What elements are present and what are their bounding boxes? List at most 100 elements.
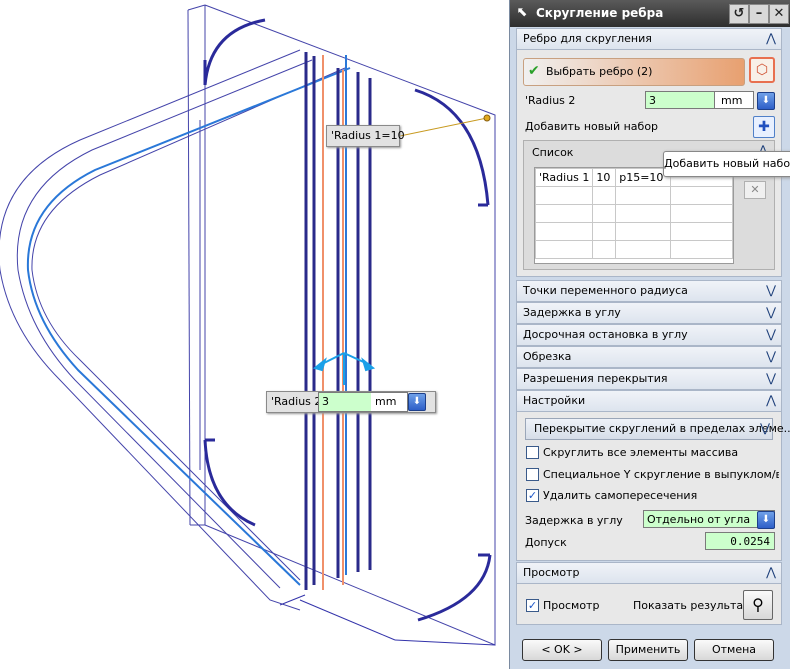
list-cell [615, 222, 671, 241]
preview-checkbox-label: Просмотр [543, 599, 600, 612]
list-cell [592, 186, 617, 205]
remove-self-intersections-checkbox[interactable]: ✓ [526, 489, 539, 502]
section-edge-header[interactable]: Ребро для скругления ⋀ [516, 28, 782, 50]
blend-all-checkbox[interactable] [526, 446, 539, 459]
select-edge-row[interactable]: ✔ Выбрать ребро (2) [523, 58, 745, 86]
ok-button[interactable]: < OK > [522, 639, 602, 661]
radius2-dropdown-icon[interactable]: ⬇ [757, 92, 775, 110]
list-cell [535, 186, 594, 205]
list-cell [592, 204, 617, 223]
radius2-onscreen-unit: mm [375, 395, 397, 408]
list-cell [535, 222, 594, 241]
reset-icon[interactable]: ↺ [729, 4, 749, 24]
tolerance-value: 0.0254 [730, 535, 770, 548]
list-row[interactable] [535, 186, 733, 205]
section-settings-body: Перекрытие скруглений в пределах элеме..… [516, 412, 790, 561]
special-y-label: Специальное Y скругление в выпуклом/вогн… [543, 468, 779, 481]
radius2-unit-text: mm [721, 94, 743, 107]
section-preview-label: Просмотр [523, 566, 580, 579]
list-cell [615, 240, 671, 259]
list-cell [535, 240, 594, 259]
show-result-magnifier-icon[interactable]: ⚲ [743, 590, 773, 620]
minimize-icon[interactable]: – [749, 4, 769, 24]
add-new-set-icon[interactable]: ✚ [753, 116, 775, 138]
chevron-down-icon[interactable]: ⋁ [763, 282, 779, 298]
list-cell [669, 204, 733, 223]
section-preview-header[interactable]: Просмотр ⋀ [516, 562, 782, 584]
chevron-down-icon[interactable]: ⋁ [763, 348, 779, 364]
tolerance-label: Допуск [525, 536, 567, 549]
section-corner-stop[interactable]: Досрочная остановка в углу ⋁ [516, 324, 782, 346]
add-new-set-tooltip: Добавить новый набор [663, 151, 790, 177]
section-overflow[interactable]: Разрешения перекрытия ⋁ [516, 368, 782, 390]
section-var-radius-label: Точки переменного радиуса [523, 284, 688, 297]
list-row[interactable] [535, 204, 733, 223]
radius2-onscreen-label: 'Radius 2 [271, 395, 322, 408]
blend-overlap-select[interactable]: Перекрытие скруглений в пределах элеме..… [525, 418, 790, 440]
section-var-radius[interactable]: Точки переменного радиуса ⋁ [516, 280, 782, 302]
list-row[interactable] [535, 240, 733, 259]
close-icon[interactable]: ✕ [769, 4, 789, 24]
corner-setback-select[interactable]: Отдельно от угла [643, 510, 775, 528]
list-cell [615, 186, 671, 205]
select-edge-cube-icon[interactable]: ⬡ [749, 57, 775, 83]
blend-all-label: Скруглить все элементы массива [543, 446, 739, 459]
check-icon: ✔ [528, 63, 540, 79]
blend-overlap-select-value: Перекрытие скруглений в пределах элеме..… [534, 422, 790, 435]
tolerance-field[interactable]: 0.0254 [705, 532, 775, 550]
section-corner-setback[interactable]: Задержка в углу ⋁ [516, 302, 782, 324]
radius2-value-field[interactable]: 3 [645, 91, 715, 109]
list-cell [592, 222, 617, 241]
section-trim[interactable]: Обрезка ⋁ [516, 346, 782, 368]
chevron-up-icon[interactable]: ⋀ [763, 564, 779, 580]
radius1-label[interactable]: 'Radius 1=10 [326, 125, 405, 147]
section-overflow-label: Разрешения перекрытия [523, 372, 668, 385]
edge-blend-dialog: ⬉ Скругление ребра ↺ – ✕ Ребро для скруг… [509, 0, 790, 669]
list-cell [535, 204, 594, 223]
special-y-checkbox[interactable] [526, 468, 539, 481]
section-preview-body: ✓ Просмотр Показать результат ⚲ [516, 584, 782, 625]
remove-set-icon[interactable]: ✕ [744, 181, 766, 199]
corner-setback-dropdown-icon[interactable]: ⬇ [757, 511, 775, 529]
list-cell [592, 240, 617, 259]
chevron-up-icon[interactable]: ⋀ [763, 30, 779, 46]
radius2-onscreen-value[interactable]: 3 [319, 393, 371, 411]
chevron-down-icon[interactable]: ⋁ [760, 421, 770, 435]
list-cell: 'Radius 1 [535, 168, 594, 187]
section-edge-label: Ребро для скругления [523, 32, 652, 45]
cancel-button[interactable]: Отмена [694, 639, 774, 661]
graphics-viewport[interactable]: 'Radius 1=10 'Radius 2 3 mm ⬇ [0, 0, 508, 669]
tooltip-text: Добавить новый набор [664, 157, 790, 170]
show-result-label: Показать результат [633, 599, 750, 612]
list-cell: 10 [592, 168, 617, 187]
add-new-set-label: Добавить новый набор [525, 120, 659, 133]
preview-checkbox[interactable]: ✓ [526, 599, 539, 612]
list-table-grid: 'Radius 1 10 p15=10 [535, 168, 733, 259]
chevron-down-icon[interactable]: ⋁ [763, 304, 779, 320]
list-header: Список [532, 146, 574, 159]
dialog-title: Скругление ребра [536, 6, 664, 20]
radius2-onscreen-field[interactable]: 3 mm [318, 392, 408, 412]
chevron-up-icon[interactable]: ⋀ [763, 392, 779, 408]
list-cell [669, 222, 733, 241]
section-corner-setback-label: Задержка в углу [523, 306, 621, 319]
part-model-drawing [0, 4, 496, 646]
section-settings-header[interactable]: Настройки ⋀ [516, 390, 782, 412]
section-trim-label: Обрезка [523, 350, 572, 363]
list-row[interactable] [535, 222, 733, 241]
section-corner-stop-label: Досрочная остановка в углу [523, 328, 688, 341]
apply-button[interactable]: Применить [608, 639, 688, 661]
select-edge-label: Выбрать ребро (2) [546, 65, 653, 78]
section-settings-label: Настройки [523, 394, 586, 407]
radius2-onscreen-dropdown-icon[interactable]: ⬇ [408, 393, 426, 411]
list-cell [669, 186, 733, 205]
chevron-down-icon[interactable]: ⋁ [763, 326, 779, 342]
radius2-label: 'Radius 2 [525, 94, 576, 107]
dialog-titlebar: ⬉ Скругление ребра ↺ – ✕ [510, 0, 790, 27]
chevron-down-icon[interactable]: ⋁ [763, 370, 779, 386]
list-cell [669, 240, 733, 259]
list-table[interactable]: 'Radius 1 10 p15=10 [534, 167, 734, 264]
corner-setback-label: Задержка в углу [525, 514, 623, 527]
remove-self-intersections-label: Удалить самопересечения [543, 489, 698, 502]
corner-setback-value: Отдельно от угла [647, 513, 751, 526]
